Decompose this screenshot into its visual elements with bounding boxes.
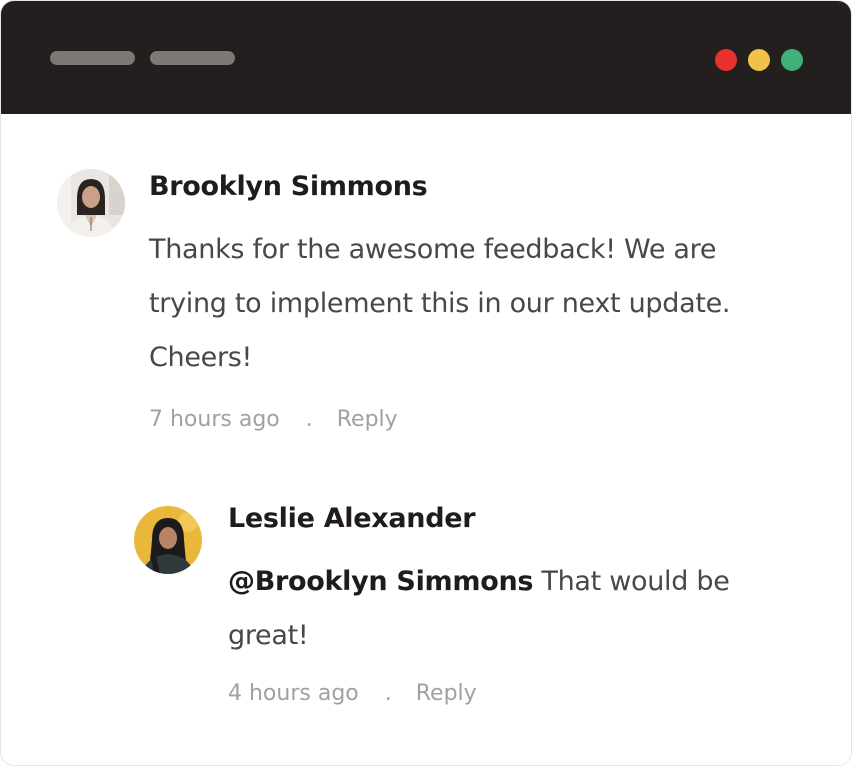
woman-portrait-avatar-yellow-icon — [134, 506, 202, 574]
maximize-window-button[interactable] — [781, 49, 803, 71]
titlebar-placeholder-pill — [150, 51, 235, 65]
reply-link[interactable]: Reply — [337, 407, 398, 432]
user-avatar[interactable] — [134, 506, 202, 574]
meta-separator: . — [384, 681, 392, 706]
comment-meta: 7 hours ago. Reply — [149, 407, 398, 432]
comment-text: Thanks for the awesome feedback! We are … — [149, 234, 731, 373]
woman-portrait-avatar-icon — [57, 169, 125, 237]
minimize-window-button[interactable] — [748, 49, 770, 71]
close-window-button[interactable] — [715, 49, 737, 71]
user-avatar[interactable] — [57, 169, 125, 237]
meta-separator: . — [305, 407, 313, 432]
comment-timestamp: 4 hours ago — [228, 681, 359, 706]
comment-author: Leslie Alexander — [228, 503, 476, 534]
comment-author: Brooklyn Simmons — [149, 171, 428, 202]
comment-timestamp: 7 hours ago — [149, 407, 280, 432]
window-titlebar — [1, 1, 851, 114]
titlebar-placeholder-pill — [50, 51, 135, 65]
user-mention[interactable]: @Brooklyn Simmons — [228, 566, 533, 597]
app-window: Brooklyn Simmons Thanks for the awesome … — [0, 0, 852, 766]
comment-meta: 4 hours ago. Reply — [228, 681, 477, 706]
comment-text: @Brooklyn Simmons That would be great! — [228, 555, 748, 663]
reply-link[interactable]: Reply — [416, 681, 477, 706]
